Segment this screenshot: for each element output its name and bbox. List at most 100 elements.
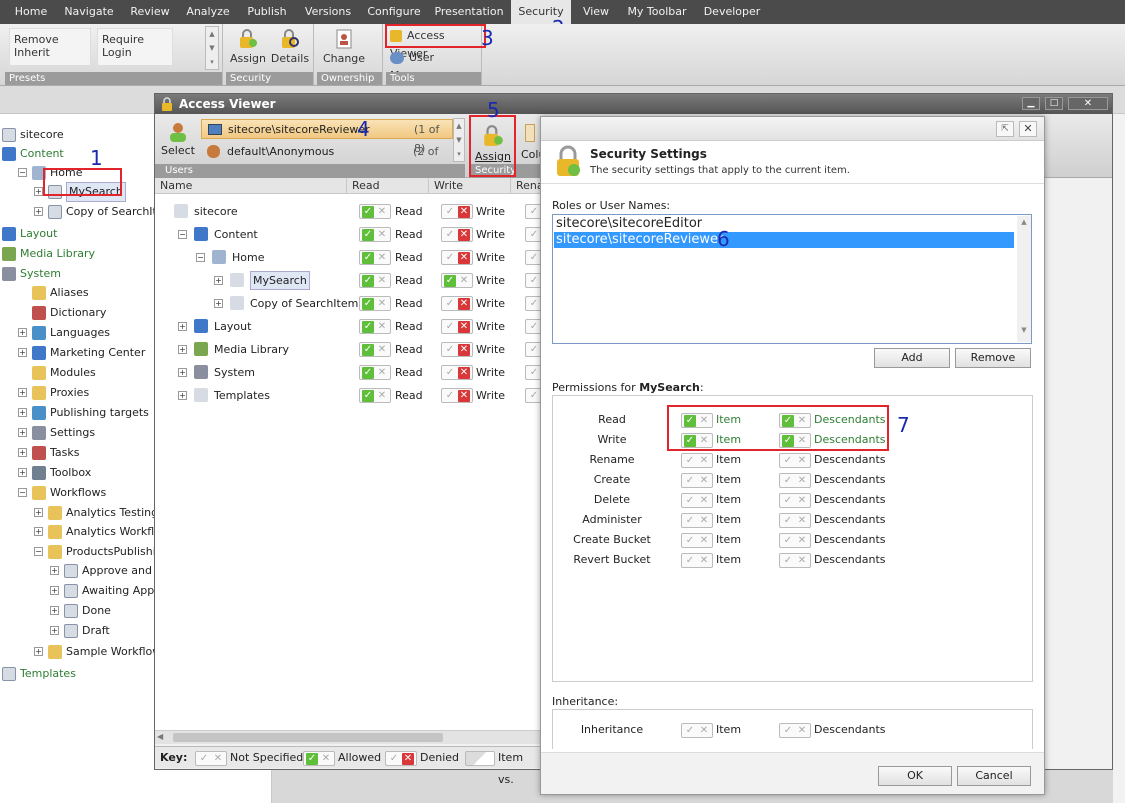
tree-item[interactable]: Workflows: [50, 483, 106, 503]
tree-item[interactable]: Approve and P: [82, 561, 162, 581]
write-permission-toggle[interactable]: ✓ ✕: [441, 342, 473, 357]
grid-row[interactable]: + MySearch ✓ ✕ Read ✓ ✕ Write ✓: [155, 269, 542, 292]
close-window-button[interactable]: ✕: [1068, 97, 1108, 110]
change-ownership-button[interactable]: Change: [321, 24, 367, 65]
tree-expander[interactable]: +: [34, 527, 43, 536]
permission-item-toggle[interactable]: ✓ ✕: [681, 553, 713, 568]
tree-expander[interactable]: +: [18, 468, 27, 477]
tree-item[interactable]: sitecore: [20, 125, 64, 145]
tree-expander[interactable]: +: [18, 388, 27, 397]
tree-expander[interactable]: +: [50, 626, 59, 635]
tree-expander[interactable]: +: [178, 322, 187, 331]
tree-item[interactable]: Done: [82, 601, 111, 621]
tree-expander[interactable]: +: [178, 368, 187, 377]
tree-expander[interactable]: −: [18, 488, 27, 497]
permission-descendants-toggle[interactable]: ✓ ✕: [779, 453, 811, 468]
tree-expander[interactable]: −: [196, 253, 205, 262]
grid-row[interactable]: − Home ✓ ✕ Read ✓ ✕ Write ✓: [155, 246, 542, 269]
tree-item[interactable]: Media Library: [20, 244, 95, 264]
write-permission-toggle[interactable]: ✓ ✕: [441, 388, 473, 403]
popout-icon[interactable]: ⇱: [996, 121, 1014, 137]
role-item[interactable]: sitecore\sitecoreEditor: [554, 216, 1014, 232]
require-login-button[interactable]: Require Login: [97, 28, 173, 66]
tab-presentation[interactable]: Presentation: [433, 0, 505, 24]
grid-row[interactable]: + System ✓ ✕ Read ✓ ✕ Write ✓: [155, 361, 542, 384]
permission-descendants-toggle[interactable]: ✓ ✕: [779, 493, 811, 508]
tree-item[interactable]: Content: [20, 144, 64, 164]
tab-configure[interactable]: Configure: [362, 0, 426, 24]
tab-review[interactable]: Review: [124, 0, 176, 24]
tree-item[interactable]: Marketing Center: [50, 343, 145, 363]
details-ribbon-button[interactable]: Details: [270, 24, 310, 65]
roles-scrollbar[interactable]: ▲ ▼: [1017, 216, 1031, 342]
grid-row[interactable]: sitecore ✓ ✕ Read ✓ ✕ Write ✓: [155, 200, 542, 223]
permission-descendants-toggle[interactable]: ✓ ✕: [779, 533, 811, 548]
tree-item[interactable]: Templates: [20, 664, 76, 684]
horizontal-scrollbar[interactable]: ◀: [155, 730, 542, 744]
scroll-thumb[interactable]: [173, 733, 443, 742]
tree-expander[interactable]: +: [178, 345, 187, 354]
tree-expander[interactable]: +: [18, 428, 27, 437]
tree-item[interactable]: Copy of SearchIte: [66, 202, 164, 222]
tab-developer[interactable]: Developer: [700, 0, 764, 24]
tree-item[interactable]: System: [20, 264, 61, 284]
assign-ribbon-button[interactable]: Assign: [228, 24, 268, 65]
permission-item-toggle[interactable]: ✓ ✕: [681, 453, 713, 468]
column-header-name[interactable]: Name: [155, 178, 347, 194]
user-row[interactable]: default\Anonymous (2 of 8): [201, 142, 453, 178]
tab-versions[interactable]: Versions: [300, 0, 356, 24]
user-manager-button[interactable]: User Manager: [390, 49, 482, 82]
role-item-selected[interactable]: sitecore\sitecoreReviewer: [554, 232, 1014, 248]
tree-item[interactable]: Dictionary: [50, 303, 106, 323]
write-permission-toggle[interactable]: ✓ ✕: [441, 365, 473, 380]
tree-expander[interactable]: +: [18, 328, 27, 337]
tree-expander[interactable]: +: [34, 508, 43, 517]
grid-row[interactable]: + Templates ✓ ✕ Read ✓ ✕ Write ✓: [155, 384, 542, 407]
tree-item[interactable]: Layout: [20, 224, 57, 244]
tree-item[interactable]: Publishing targets: [50, 403, 149, 423]
tree-expander[interactable]: −: [34, 547, 43, 556]
write-permission-toggle[interactable]: ✓ ✕: [441, 204, 473, 219]
remove-button[interactable]: Remove: [955, 348, 1031, 368]
column-header-read[interactable]: Read: [347, 178, 429, 194]
tab-home[interactable]: Home: [6, 0, 56, 24]
tree-expander[interactable]: +: [18, 448, 27, 457]
write-permission-toggle[interactable]: ✓ ✕: [441, 273, 473, 288]
grid-row[interactable]: + Layout ✓ ✕ Read ✓ ✕ Write ✓: [155, 315, 542, 338]
read-permission-toggle[interactable]: ✓ ✕: [359, 388, 391, 403]
read-permission-toggle[interactable]: ✓ ✕: [359, 250, 391, 265]
tab-analyze[interactable]: Analyze: [180, 0, 236, 24]
tree-expander[interactable]: −: [18, 168, 27, 177]
add-button[interactable]: Add: [874, 348, 950, 368]
tree-expander[interactable]: +: [34, 207, 43, 216]
tree-item[interactable]: Settings: [50, 423, 95, 443]
tree-item[interactable]: Toolbox: [50, 463, 91, 483]
write-permission-toggle[interactable]: ✓ ✕: [441, 296, 473, 311]
presets-scroll[interactable]: ▲ ▼ ▾: [205, 26, 219, 70]
cancel-button[interactable]: Cancel: [957, 766, 1031, 786]
write-permission-toggle[interactable]: ✓ ✕: [441, 319, 473, 334]
permission-item-toggle[interactable]: ✓ ✕: [681, 513, 713, 528]
minimize-button[interactable]: ▁: [1022, 97, 1040, 110]
tree-expander[interactable]: +: [178, 391, 187, 400]
grid-row[interactable]: + Copy of SearchItem ✓ ✕ Read ✓ ✕ Write ✓: [155, 292, 542, 315]
tree-item[interactable]: Sample Workflow: [66, 642, 161, 662]
inheritance-item-toggle[interactable]: ✓ ✕: [681, 723, 713, 738]
permission-descendants-toggle[interactable]: ✓ ✕: [779, 473, 811, 488]
tree-expander[interactable]: +: [50, 586, 59, 595]
permission-item-toggle[interactable]: ✓ ✕: [681, 533, 713, 548]
tree-item[interactable]: Proxies: [50, 383, 89, 403]
grid-row[interactable]: + Media Library ✓ ✕ Read ✓ ✕ Write ✓: [155, 338, 542, 361]
write-permission-toggle[interactable]: ✓ ✕: [441, 250, 473, 265]
tree-expander[interactable]: +: [34, 187, 43, 196]
tree-expander[interactable]: +: [18, 348, 27, 357]
read-permission-toggle[interactable]: ✓ ✕: [359, 319, 391, 334]
permission-descendants-toggle[interactable]: ✓ ✕: [779, 553, 811, 568]
roles-listbox[interactable]: sitecore\sitecoreEditor sitecore\sitecor…: [552, 214, 1032, 344]
column-header-write[interactable]: Write: [429, 178, 511, 194]
read-permission-toggle[interactable]: ✓ ✕: [359, 342, 391, 357]
maximize-button[interactable]: □: [1045, 97, 1063, 110]
permission-item-toggle[interactable]: ✓ ✕: [681, 493, 713, 508]
tree-expander[interactable]: +: [50, 606, 59, 615]
tree-expander[interactable]: +: [18, 408, 27, 417]
